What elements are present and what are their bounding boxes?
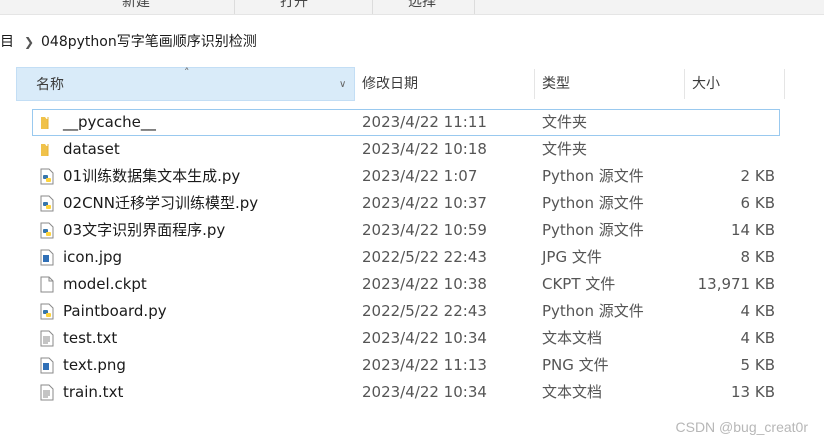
file-size: 14 KB	[731, 221, 775, 239]
column-name-header[interactable]: ˄ 名称 ∨	[16, 66, 355, 102]
image-file-icon	[40, 249, 54, 266]
column-divider[interactable]	[784, 69, 785, 99]
file-type: 文本文档	[542, 329, 603, 347]
file-date: 2023/4/22 10:37	[362, 194, 487, 212]
file-date: 2023/4/22 10:59	[362, 221, 487, 239]
file-name: text.png	[63, 356, 126, 374]
sort-ascending-icon: ˄	[184, 66, 190, 79]
ribbon-open-group[interactable]: 打开	[280, 0, 308, 14]
folder-icon	[41, 117, 49, 129]
column-size-label: 大小	[692, 76, 720, 92]
column-header: ˄ 名称 ∨ 修改日期 类型 大小	[16, 66, 786, 102]
ribbon-select-group[interactable]: 选择	[408, 0, 436, 14]
file-date: 2023/4/22 10:34	[362, 329, 487, 347]
file-row[interactable]: __pycache__ 2023/4/22 11:11 文件夹	[32, 109, 780, 136]
file-name: 01训练数据集文本生成.py	[63, 167, 241, 185]
file-name: dataset	[63, 140, 120, 158]
file-date: 2022/5/22 22:43	[362, 302, 487, 320]
file-size: 4 KB	[740, 302, 775, 320]
file-type: CKPT 文件	[542, 275, 616, 293]
file-row[interactable]: 03文字识别界面程序.py 2023/4/22 10:59 Python 源文件…	[32, 217, 780, 244]
ribbon: 新建 打开 选择	[0, 0, 824, 15]
file-row[interactable]: model.ckpt 2023/4/22 10:38 CKPT 文件 13,97…	[32, 271, 780, 298]
file-date: 2023/4/22 10:34	[362, 383, 487, 401]
breadcrumb-root[interactable]: 目	[0, 28, 14, 56]
ribbon-open-label: 打开	[280, 0, 308, 10]
file-row[interactable]: 02CNN迁移学习训练模型.py 2023/4/22 10:37 Python …	[32, 190, 780, 217]
file-type: PNG 文件	[542, 356, 609, 374]
ribbon-new-group[interactable]: 新建	[122, 0, 150, 14]
generic-file-icon	[40, 276, 54, 293]
file-date: 2023/4/22 10:18	[362, 140, 487, 158]
file-size: 2 KB	[740, 167, 775, 185]
file-date: 2023/4/22 1:07	[362, 167, 478, 185]
file-row[interactable]: dataset 2023/4/22 10:18 文件夹	[32, 136, 780, 163]
file-type: 文件夹	[542, 113, 588, 131]
file-name: icon.jpg	[63, 248, 123, 266]
python-file-icon	[40, 168, 54, 185]
breadcrumb: 目 ❯ 048python写字笔画顺序识别检测	[0, 28, 824, 56]
column-date-label: 修改日期	[362, 76, 418, 92]
column-name-label: 名称	[36, 77, 64, 93]
file-date: 2023/4/22 11:11	[362, 113, 487, 131]
file-date: 2022/5/22 22:43	[362, 248, 487, 266]
file-name: train.txt	[63, 383, 124, 401]
file-name: test.txt	[63, 329, 118, 347]
file-size: 8 KB	[740, 248, 775, 266]
file-row[interactable]: icon.jpg 2022/5/22 22:43 JPG 文件 8 KB	[32, 244, 780, 271]
ribbon-separator	[234, 0, 235, 14]
file-size: 4 KB	[740, 329, 775, 347]
python-file-icon	[40, 303, 54, 320]
file-row[interactable]: text.png 2023/4/22 11:13 PNG 文件 5 KB	[32, 352, 780, 379]
file-size: 13,971 KB	[697, 275, 775, 293]
file-list: __pycache__ 2023/4/22 11:11 文件夹 dataset …	[32, 109, 780, 406]
file-row[interactable]: Paintboard.py 2022/5/22 22:43 Python 源文件…	[32, 298, 780, 325]
file-row[interactable]: test.txt 2023/4/22 10:34 文本文档 4 KB	[32, 325, 780, 352]
column-size-header[interactable]: 大小	[691, 67, 781, 101]
folder-icon	[41, 144, 49, 156]
file-size: 13 KB	[731, 383, 775, 401]
file-type: 文件夹	[542, 140, 588, 158]
breadcrumb-current-folder[interactable]: 048python写字笔画顺序识别检测	[41, 28, 257, 56]
chevron-right-icon[interactable]: ❯	[24, 28, 34, 56]
file-date: 2023/4/22 10:38	[362, 275, 487, 293]
ribbon-separator	[372, 0, 373, 14]
file-date: 2023/4/22 11:13	[362, 356, 487, 374]
text-file-icon	[40, 384, 54, 401]
ribbon-separator	[474, 0, 475, 14]
python-file-icon	[40, 222, 54, 239]
column-divider[interactable]	[534, 69, 535, 99]
column-date-header[interactable]: 修改日期	[361, 67, 536, 101]
file-type: Python 源文件	[542, 194, 644, 212]
chevron-down-icon[interactable]: ∨	[339, 68, 346, 102]
file-size: 5 KB	[740, 356, 775, 374]
file-name: __pycache__	[63, 113, 156, 131]
ribbon-new-label: 新建	[122, 0, 150, 10]
file-type: Python 源文件	[542, 302, 644, 320]
file-name: model.ckpt	[63, 275, 147, 293]
image-file-icon	[40, 357, 54, 374]
file-name: 02CNN迁移学习训练模型.py	[63, 194, 259, 212]
file-type: JPG 文件	[542, 248, 602, 266]
ribbon-select-label: 选择	[408, 0, 436, 10]
text-file-icon	[40, 330, 54, 347]
column-type-header[interactable]: 类型	[541, 67, 681, 101]
file-name: 03文字识别界面程序.py	[63, 221, 226, 239]
watermark: CSDN @bug_creat0r	[675, 419, 809, 435]
file-type: Python 源文件	[542, 221, 644, 239]
column-type-label: 类型	[542, 76, 570, 92]
file-row[interactable]: train.txt 2023/4/22 10:34 文本文档 13 KB	[32, 379, 780, 406]
file-type: 文本文档	[542, 383, 603, 401]
python-file-icon	[40, 195, 54, 212]
column-divider[interactable]	[684, 69, 685, 99]
file-size: 6 KB	[740, 194, 775, 212]
file-name: Paintboard.py	[63, 302, 167, 320]
file-type: Python 源文件	[542, 167, 644, 185]
file-row[interactable]: 01训练数据集文本生成.py 2023/4/22 1:07 Python 源文件…	[32, 163, 780, 190]
